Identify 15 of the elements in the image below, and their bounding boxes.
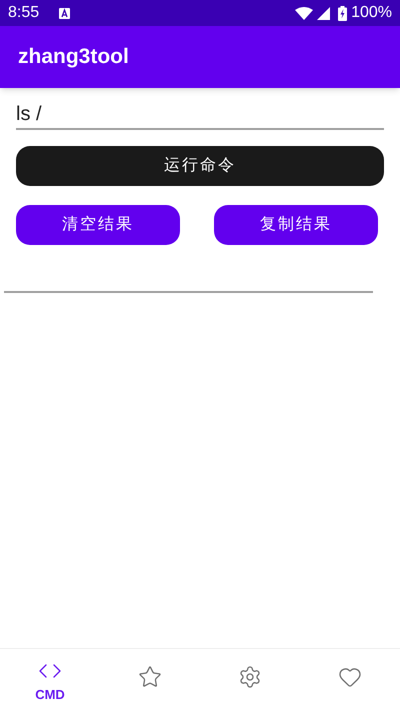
star-icon	[138, 665, 162, 689]
action-button[interactable]: 复制结果	[214, 205, 378, 245]
heart-icon	[338, 665, 362, 689]
action-button[interactable]: 清空结果	[16, 205, 180, 245]
wifi-icon	[295, 6, 314, 20]
battery-level: 100%	[351, 3, 392, 23]
app-title: zhang3tool	[18, 44, 129, 70]
run-command-button[interactable]: 运行命令	[16, 146, 384, 186]
settings-icon	[238, 665, 262, 689]
notification-icon	[59, 8, 70, 18]
status-time: 8:55	[8, 3, 40, 23]
command-field[interactable]: ls /	[16, 100, 384, 130]
nav-tab[interactable]: CMD	[0, 659, 100, 704]
signal-icon	[317, 6, 330, 20]
battery-icon	[338, 6, 348, 20]
